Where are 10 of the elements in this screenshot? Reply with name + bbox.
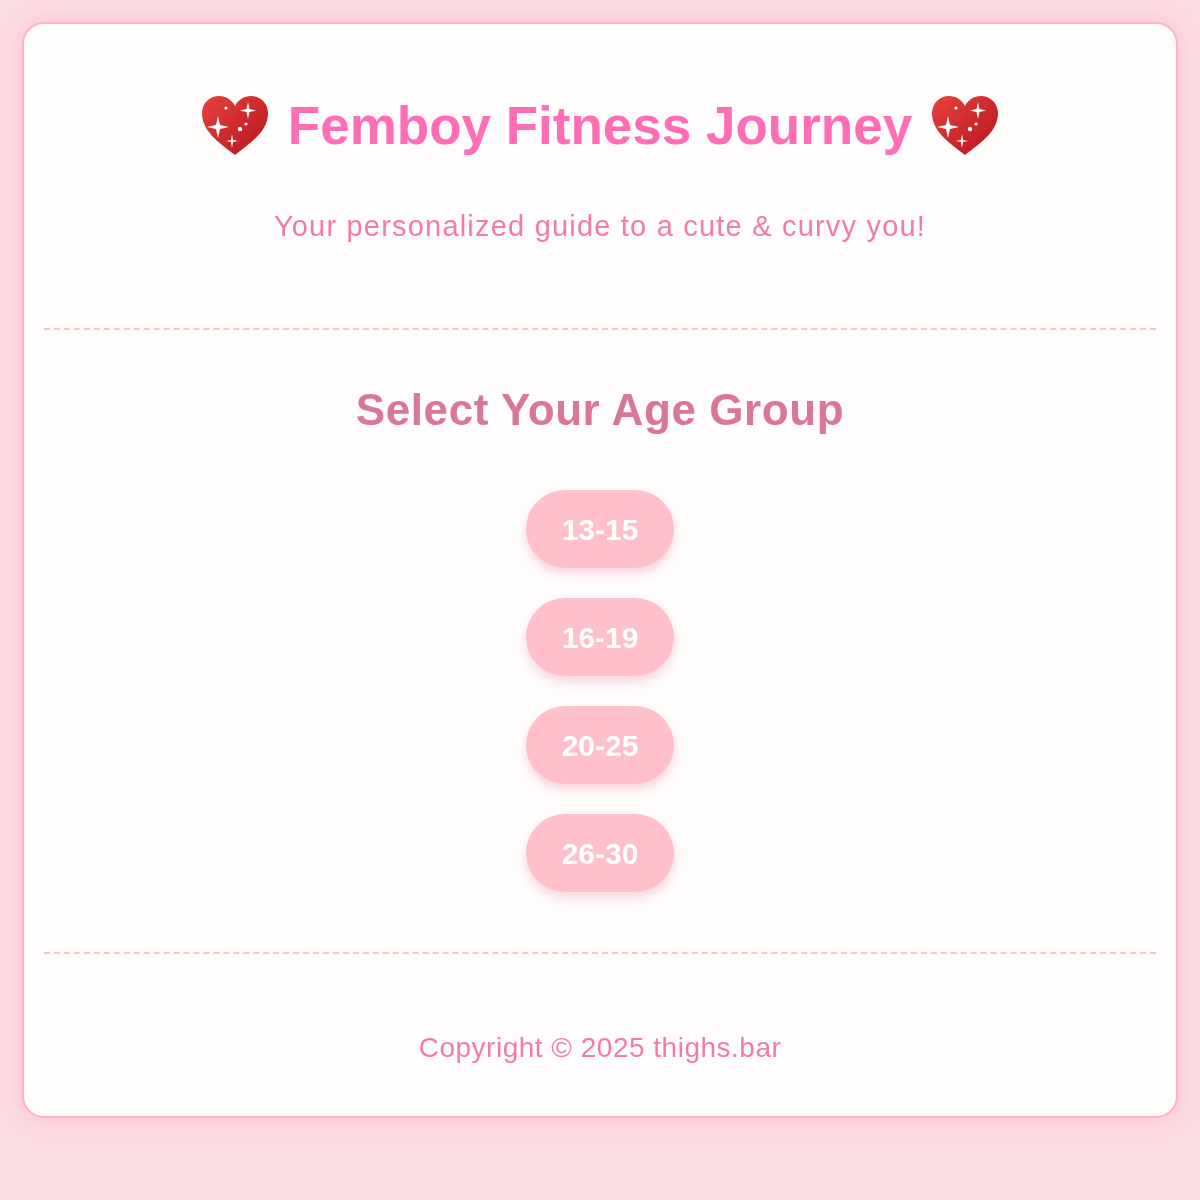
age-group-button[interactable]: 13-15 <box>526 490 674 568</box>
age-group-button[interactable]: 26-30 <box>526 814 674 892</box>
copyright-text: Copyright © 2025 thighs.bar <box>418 1031 782 1065</box>
sparkling-heart-icon <box>932 96 999 156</box>
age-group-button[interactable]: 16-19 <box>526 598 674 676</box>
page-title: Femboy Fitness Journey <box>287 95 913 157</box>
sparkling-heart-icon <box>201 96 268 156</box>
section-heading: Select Your Age Group <box>355 384 845 436</box>
subtitle: Your personalized guide to a cute & curvy you! <box>273 209 927 244</box>
age-group-button[interactable]: 20-25 <box>526 706 674 784</box>
